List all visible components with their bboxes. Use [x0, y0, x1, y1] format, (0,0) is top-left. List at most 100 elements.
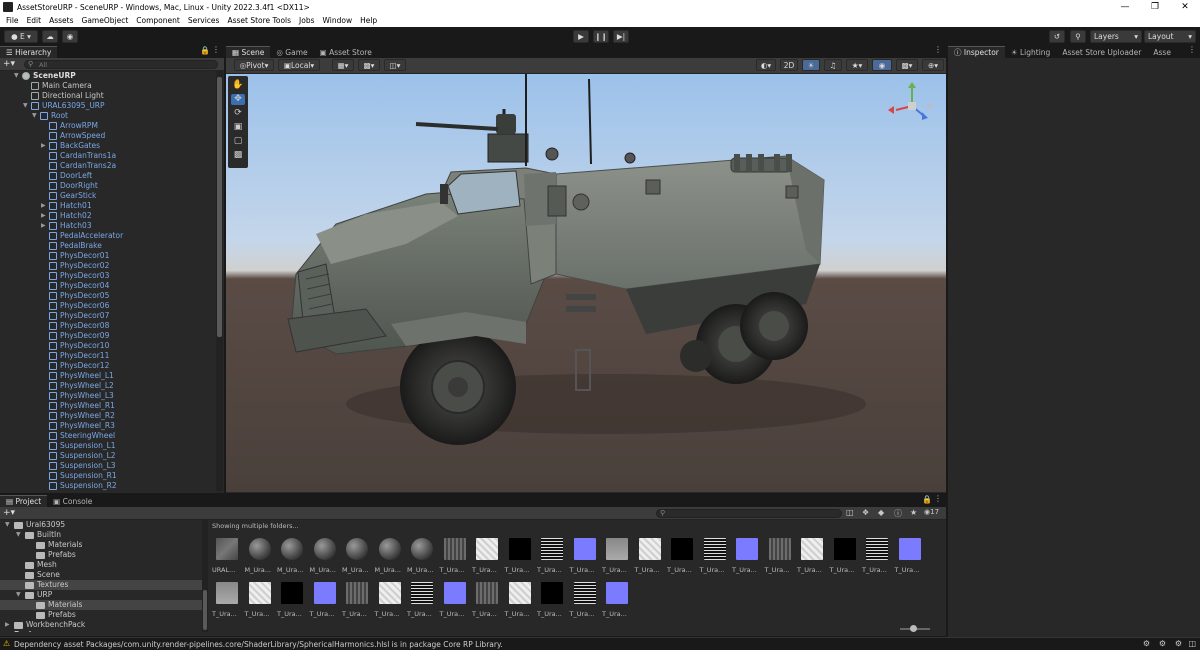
2d-mode-button[interactable]: 2D	[780, 59, 798, 71]
menu-item[interactable]: Asset Store Tools	[223, 16, 295, 25]
move-tool-icon[interactable]: ✥	[231, 94, 245, 105]
hierarchy-row[interactable]: PhysWheel_R3	[0, 421, 214, 431]
hierarchy-row[interactable]: ▶ Hatch01	[0, 201, 214, 211]
collab-button[interactable]: ◉	[62, 30, 78, 43]
hierarchy-row[interactable]: ▶ Hatch02	[0, 211, 214, 221]
hierarchy-row[interactable]: Directional Light	[0, 91, 214, 101]
hierarchy-row[interactable]: PhysDecor02	[0, 261, 214, 271]
hierarchy-row[interactable]: CardanTrans2a	[0, 161, 214, 171]
create-asset-button[interactable]: +▾	[3, 508, 15, 518]
scrollbar-thumb[interactable]	[217, 77, 222, 337]
scale-tool-icon[interactable]: ▣	[231, 122, 245, 133]
tab-hierarchy[interactable]: ☰ Hierarchy	[0, 46, 58, 58]
folder-tree-item[interactable]: ▶ WorkbenchPack	[0, 620, 202, 630]
cloud-button[interactable]: ☁	[42, 30, 58, 43]
search-by-type-icon[interactable]: ◫	[846, 508, 854, 517]
slider-handle[interactable]	[910, 625, 917, 632]
folder-tree-item[interactable]: Prefabs	[0, 550, 202, 560]
asset-thumbnail[interactable]: M_Ura...	[342, 538, 372, 574]
tab-lighting[interactable]: ☀ Lighting	[1005, 46, 1056, 58]
collapsed-arrow-icon[interactable]: ▶	[5, 620, 10, 630]
asset-thumbnail[interactable]: M_Ura...	[277, 538, 307, 574]
hierarchy-row[interactable]: DoorRight	[0, 181, 214, 191]
hierarchy-row[interactable]: Suspension_L2	[0, 451, 214, 461]
more-options-icon[interactable]: ⋮	[212, 45, 220, 54]
search-by-label-icon[interactable]: ❖	[862, 508, 869, 517]
maximize-button[interactable]: ❐	[1140, 0, 1170, 14]
scene-viewport[interactable]: ✋ ✥ ⟳ ▣ ▢ ▩	[226, 74, 946, 492]
folder-tree-item[interactable]: Textures	[0, 580, 202, 590]
hierarchy-row[interactable]: CardanTrans1a	[0, 151, 214, 161]
favorite-star-icon[interactable]: ★	[910, 508, 917, 517]
asset-thumbnail[interactable]: M_Ura...	[375, 538, 405, 574]
asset-thumbnail[interactable]: T_Ura...	[765, 538, 795, 574]
scrollbar-thumb[interactable]	[203, 590, 207, 630]
asset-thumbnail[interactable]: T_Ura...	[505, 582, 535, 618]
hierarchy-row[interactable]: PedalBrake	[0, 241, 214, 251]
camera-dropdown[interactable]: ▩▾	[896, 59, 918, 71]
hierarchy-row[interactable]: ▶ Hatch03	[0, 221, 214, 231]
hierarchy-row[interactable]: PhysDecor10	[0, 341, 214, 351]
hierarchy-row[interactable]: Suspension_L1	[0, 441, 214, 451]
tab-inspector[interactable]: ⓘ Inspector	[948, 46, 1005, 58]
hierarchy-row[interactable]: GearStick	[0, 191, 214, 201]
folder-tree-item[interactable]: ▼ URP	[0, 590, 202, 600]
hierarchy-row[interactable]: ▼ SceneURP	[0, 71, 214, 81]
cache-server-icon[interactable]: ◫	[1188, 639, 1196, 648]
hierarchy-row[interactable]: Suspension_L3	[0, 461, 214, 471]
lock-icon[interactable]: 🔒	[200, 46, 210, 55]
info-icon[interactable]: ⓘ	[894, 508, 902, 519]
rotate-tool-icon[interactable]: ⟳	[231, 108, 245, 119]
menu-item[interactable]: Help	[356, 16, 381, 25]
hierarchy-row[interactable]: PhysWheel_L3	[0, 391, 214, 401]
asset-thumbnail[interactable]: T_Ura...	[440, 582, 470, 618]
hierarchy-search-field[interactable]: ⚲ All	[24, 60, 218, 69]
more-options-icon[interactable]: ⋮	[934, 45, 942, 54]
tab-asse[interactable]: Asse	[1147, 46, 1177, 58]
hierarchy-row[interactable]: PhysDecor12	[0, 361, 214, 371]
audio-toggle[interactable]: ♫	[824, 59, 842, 71]
tab-console[interactable]: ▣ Console	[47, 495, 98, 507]
pause-button[interactable]: ❙❙	[593, 30, 609, 43]
asset-thumbnail[interactable]: T_Ura...	[602, 582, 632, 618]
asset-thumbnail[interactable]: T_Ura...	[277, 582, 307, 618]
grid-snap-button[interactable]: ▦▾	[332, 59, 354, 71]
folder-tree-item[interactable]: ▼ Ural63095	[0, 520, 202, 530]
status-message[interactable]: Dependency asset Packages/com.unity.rend…	[14, 640, 503, 649]
more-options-icon[interactable]: ⋮	[934, 494, 942, 503]
folder-tree-item[interactable]: Mesh	[0, 560, 202, 570]
asset-thumbnail[interactable]: T_Ura...	[667, 538, 697, 574]
asset-thumbnail[interactable]: T_Ura...	[472, 538, 502, 574]
tag-icon[interactable]: ◆	[878, 508, 884, 517]
asset-thumbnail[interactable]: T_Ura...	[537, 582, 567, 618]
hierarchy-row[interactable]: Main Camera	[0, 81, 214, 91]
layers-dropdown[interactable]: Layers ▾	[1090, 30, 1142, 43]
hierarchy-row[interactable]: ArrowRPM	[0, 121, 214, 131]
hierarchy-scrollbar[interactable]	[216, 71, 223, 491]
asset-thumbnail[interactable]: T_Ura...	[505, 538, 535, 574]
hidden-packages-count[interactable]: ◉17	[924, 508, 939, 516]
hand-tool-icon[interactable]: ✋	[231, 80, 245, 91]
hierarchy-row[interactable]: SteeringWheel	[0, 431, 214, 441]
menu-item[interactable]: Edit	[23, 16, 46, 25]
asset-thumbnail[interactable]: T_Ura...	[700, 538, 730, 574]
expanded-arrow-icon[interactable]: ▼	[16, 590, 21, 600]
expanded-arrow-icon[interactable]: ▼	[32, 111, 37, 121]
asset-thumbnail[interactable]: T_Ura...	[342, 582, 372, 618]
folder-tree-item[interactable]: Materials	[0, 600, 202, 610]
step-button[interactable]: ▶|	[613, 30, 629, 43]
asset-thumbnail[interactable]: T_Ura...	[407, 582, 437, 618]
folder-tree-item[interactable]: Materials	[0, 540, 202, 550]
hierarchy-row[interactable]: PhysDecor03	[0, 271, 214, 281]
hierarchy-row[interactable]: DoorLeft	[0, 171, 214, 181]
gizmos-dropdown[interactable]: ⊕▾	[922, 59, 944, 71]
increment-snap-button[interactable]: ◫▾	[384, 59, 406, 71]
collapsed-arrow-icon[interactable]: ▶	[41, 211, 46, 221]
tab-project[interactable]: ▤ Project	[0, 495, 48, 507]
collapsed-arrow-icon[interactable]: ▶	[41, 201, 46, 211]
collapsed-arrow-icon[interactable]: ▶	[41, 141, 46, 151]
rect-tool-icon[interactable]: ▢	[231, 136, 245, 147]
grid-visibility-button[interactable]: ▩▾	[358, 59, 380, 71]
menu-item[interactable]: Services	[184, 16, 224, 25]
asset-thumbnail[interactable]: T_Ura...	[570, 538, 600, 574]
